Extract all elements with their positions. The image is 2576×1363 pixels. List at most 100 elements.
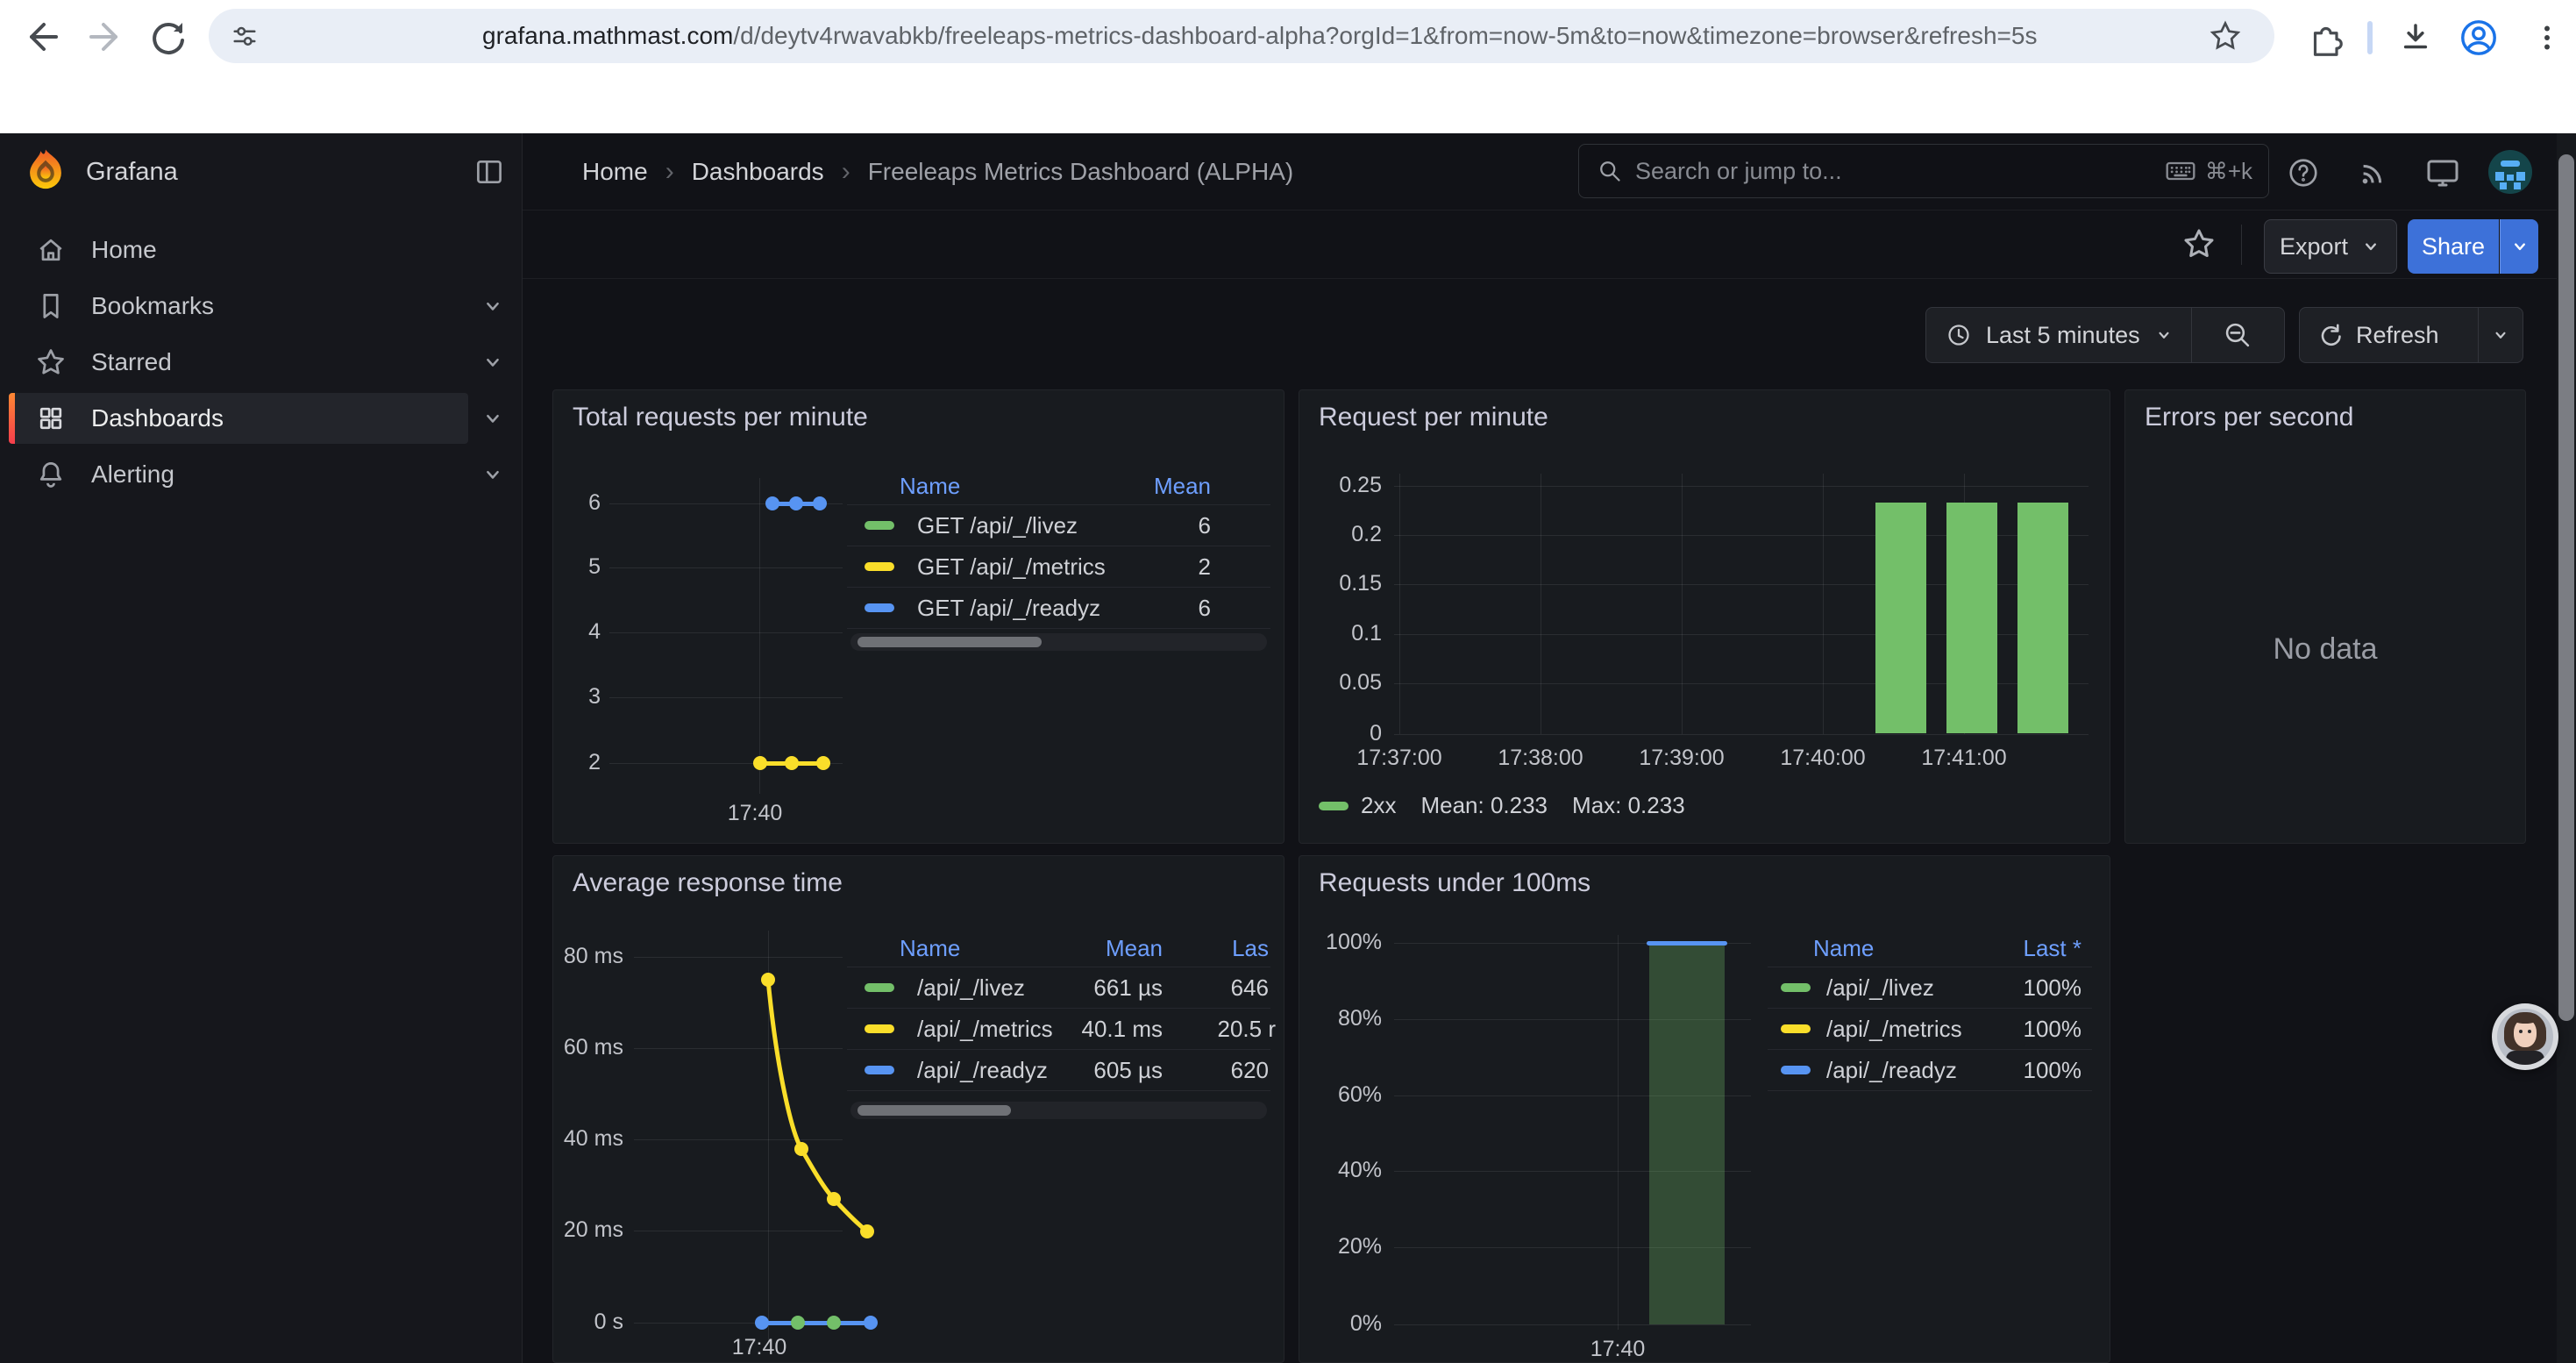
- series-line-zero: [762, 1321, 871, 1325]
- monitor-icon[interactable]: [2425, 155, 2460, 190]
- zoom-out-icon[interactable]: [2223, 320, 2252, 350]
- profile-icon[interactable]: [2459, 18, 2499, 58]
- legend[interactable]: 2xx Mean: 0.233 Max: 0.233: [1319, 792, 1685, 819]
- search-input[interactable]: [1635, 158, 2091, 185]
- legend-header-last[interactable]: Las: [1232, 935, 1269, 962]
- favorite-star-icon[interactable]: [2181, 226, 2217, 261]
- sidebar-toggle-icon[interactable]: [473, 156, 505, 188]
- y-tick: 6: [566, 490, 601, 516]
- chevron-down-icon[interactable]: [480, 462, 505, 487]
- y-tick: 0.25: [1317, 473, 1382, 498]
- share-menu-button[interactable]: [2500, 219, 2538, 274]
- assistant-avatar-overlay[interactable]: [2492, 1003, 2558, 1070]
- sidebar-item-label: Home: [91, 236, 157, 264]
- legend-name: /api/_/readyz: [917, 1057, 1048, 1084]
- scrollbar-thumb[interactable]: [857, 637, 1042, 647]
- series-point: [789, 496, 803, 510]
- panel-requests-under-100ms[interactable]: Requests under 100ms 100% 80% 60% 40% 20…: [1299, 855, 2110, 1363]
- breadcrumb-dashboards[interactable]: Dashboards: [692, 158, 824, 186]
- x-tick: 17:38:00: [1479, 746, 1602, 771]
- legend-last: 20.5 r: [1218, 1016, 1277, 1043]
- news-rss-icon[interactable]: [2357, 156, 2390, 189]
- series-color-pill: [865, 983, 894, 992]
- series-color-pill: [865, 521, 894, 530]
- gridline: [1682, 474, 1683, 734]
- legend-header-mean[interactable]: Mean: [1154, 473, 1211, 500]
- legend-header: Name Mean Las: [847, 930, 1270, 967]
- forward-icon[interactable]: [84, 16, 126, 58]
- legend-row[interactable]: GET /api/_/readyz 6: [847, 588, 1270, 629]
- legend-last: 646: [1231, 974, 1269, 1002]
- y-tick: 0.05: [1317, 670, 1382, 696]
- site-settings-icon[interactable]: [231, 23, 258, 49]
- help-icon[interactable]: [2287, 156, 2320, 189]
- url-bar[interactable]: grafana.mathmast.com/d/deytv4rwavabkb/fr…: [209, 9, 2274, 63]
- legend-row[interactable]: /api/_/livez 661 µs 646: [847, 967, 1270, 1009]
- x-tick: 17:40: [715, 801, 794, 826]
- sidebar-item-starred[interactable]: Starred: [0, 334, 523, 390]
- bar-2xx: [2017, 503, 2068, 733]
- legend-header-last[interactable]: Last *: [2024, 935, 2082, 962]
- legend-row[interactable]: GET /api/_/metrics 2: [847, 546, 1270, 588]
- chevron-down-icon[interactable]: [2491, 325, 2510, 345]
- chevron-down-icon[interactable]: [480, 294, 505, 318]
- legend-header-name[interactable]: Name: [900, 473, 960, 500]
- legend-row[interactable]: /api/_/readyz 605 µs 620: [847, 1050, 1270, 1091]
- series-color-pill: [1781, 1024, 1811, 1033]
- legend-row[interactable]: /api/_/readyz 100%: [1768, 1050, 2092, 1091]
- search-box[interactable]: ⌘+k: [1578, 144, 2269, 198]
- download-icon[interactable]: [2397, 19, 2434, 56]
- user-avatar[interactable]: [2488, 150, 2532, 194]
- sidebar-item-home[interactable]: Home: [0, 222, 523, 278]
- y-tick: 40%: [1313, 1158, 1382, 1183]
- page-scrollbar[interactable]: [2557, 133, 2576, 1363]
- legend-name: GET /api/_/readyz: [917, 595, 1100, 622]
- legend-row[interactable]: GET /api/_/livez 6: [847, 505, 1270, 546]
- reload-icon[interactable]: [147, 16, 189, 58]
- y-tick: 0: [1317, 721, 1382, 746]
- series-color-pill: [865, 603, 894, 612]
- legend-header-name[interactable]: Name: [1813, 935, 1874, 962]
- panel-avg-response-time[interactable]: Average response time 80 ms 60 ms 40 ms …: [552, 855, 1284, 1363]
- legend-hscrollbar[interactable]: [850, 1102, 1267, 1119]
- sidebar-item-bookmarks[interactable]: Bookmarks: [0, 278, 523, 334]
- back-icon[interactable]: [21, 16, 63, 58]
- legend-row[interactable]: /api/_/metrics 100%: [1768, 1009, 2092, 1050]
- browser-menu-icon[interactable]: [2529, 19, 2565, 56]
- dashboard-actions-bar: Export Share: [523, 211, 2576, 279]
- breadcrumb-separator: ›: [842, 157, 850, 187]
- chevron-down-icon[interactable]: [480, 406, 505, 431]
- legend-row[interactable]: /api/_/metrics 40.1 ms 20.5 r: [847, 1009, 1270, 1050]
- series-color-pill: [1781, 983, 1811, 992]
- legend-header-name[interactable]: Name: [900, 935, 960, 962]
- extensions-icon[interactable]: [2306, 19, 2343, 56]
- bookmarks-bar: Freeleaps 收藏博客: [0, 74, 2576, 133]
- legend-hscrollbar[interactable]: [850, 633, 1267, 651]
- legend-header-mean[interactable]: Mean: [1106, 935, 1163, 962]
- export-button[interactable]: Export: [2264, 219, 2397, 274]
- y-tick: 0.1: [1317, 621, 1382, 646]
- scrollbar-thumb[interactable]: [857, 1105, 1011, 1116]
- panel-total-requests[interactable]: Total requests per minute 6 5 4 3 2 17:4…: [552, 389, 1284, 844]
- y-tick: 5: [566, 554, 601, 580]
- panel-request-per-minute[interactable]: Request per minute 0.25 0.2 0.15 0.1 0.0…: [1299, 389, 2110, 844]
- legend-row[interactable]: /api/_/livez 100%: [1768, 967, 2092, 1009]
- sidebar-item-dashboards[interactable]: Dashboards: [0, 390, 523, 446]
- grafana-logo[interactable]: [23, 147, 68, 193]
- panel-errors-per-second[interactable]: Errors per second No data: [2124, 389, 2526, 844]
- y-tick: 100%: [1313, 930, 1382, 955]
- refresh-button[interactable]: Refresh: [2299, 307, 2523, 363]
- breadcrumb-current: Freeleaps Metrics Dashboard (ALPHA): [868, 158, 1294, 186]
- share-button[interactable]: Share: [2408, 219, 2499, 274]
- breadcrumb-home[interactable]: Home: [582, 158, 648, 186]
- series-color-pill: [1319, 802, 1348, 810]
- chevron-down-icon[interactable]: [480, 350, 505, 375]
- sidebar-item-alerting[interactable]: Alerting: [0, 446, 523, 503]
- scrollbar-thumb[interactable]: [2558, 154, 2574, 1021]
- time-range-picker[interactable]: Last 5 minutes: [1925, 307, 2285, 363]
- bookmark-star-icon[interactable]: [2210, 20, 2241, 52]
- series-point: [785, 756, 799, 770]
- gridline: [1394, 486, 2089, 487]
- series-point: [813, 496, 827, 510]
- legend-mean: 6: [1199, 512, 1211, 539]
